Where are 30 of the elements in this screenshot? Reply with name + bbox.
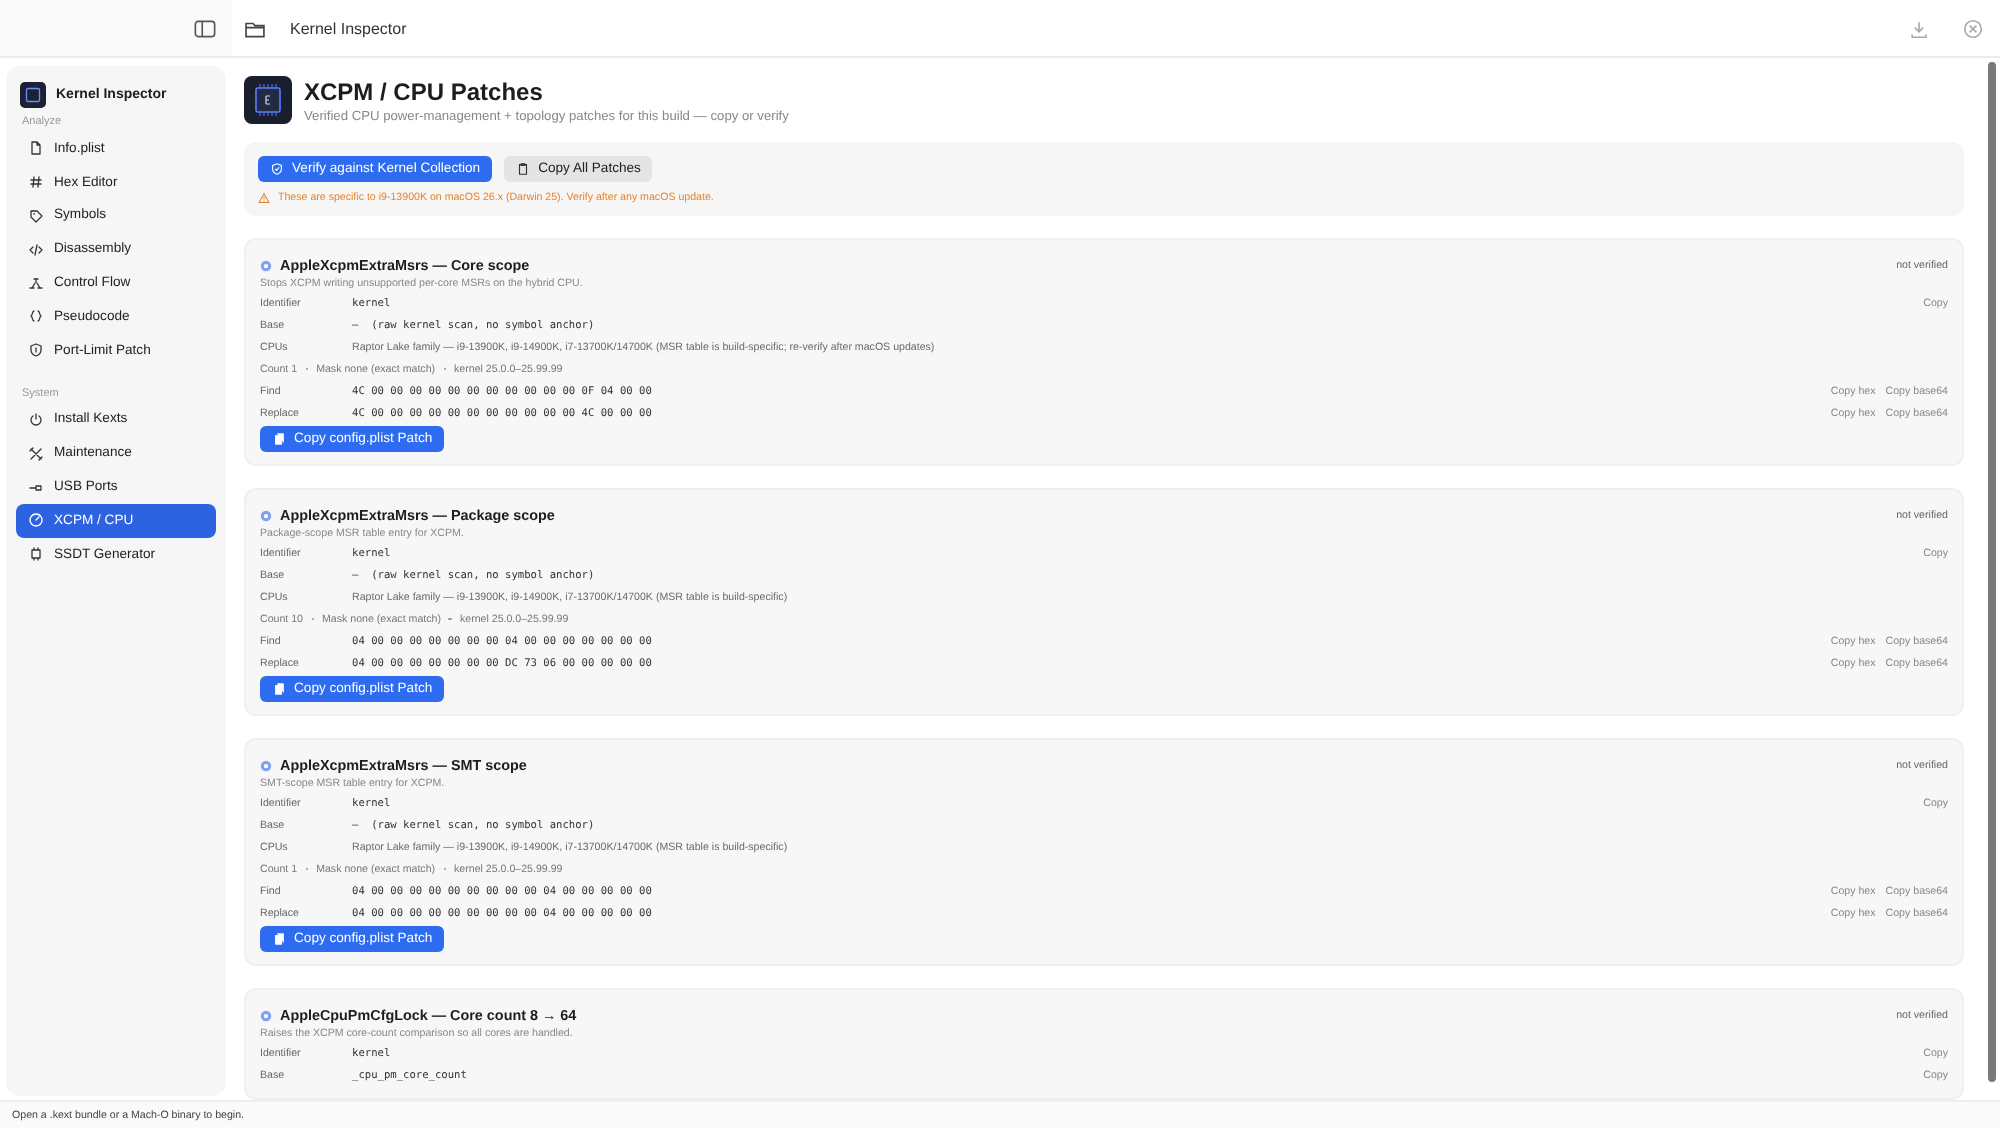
warning-icon	[258, 192, 270, 204]
power-icon	[28, 411, 44, 428]
chip-logo-icon	[244, 76, 292, 124]
window-title: Kernel Inspector	[290, 19, 407, 37]
folder-icon[interactable]	[244, 17, 266, 39]
sidebar-toggle-icon[interactable]	[194, 17, 216, 39]
app-logo-icon	[20, 82, 46, 108]
document-icon	[28, 140, 44, 157]
shield-check-icon	[270, 162, 284, 176]
braces-icon	[28, 308, 44, 325]
copy-icon	[272, 682, 286, 696]
scrollbar-thumb[interactable]	[1988, 62, 1996, 1082]
page-title: XCPM / CPU Patches	[304, 77, 545, 105]
chip-icon	[28, 546, 44, 563]
copy-icon	[272, 432, 286, 446]
copy-icon	[272, 932, 286, 946]
tag-icon	[28, 207, 44, 224]
plug-icon	[28, 479, 44, 496]
gauge-icon	[28, 512, 44, 529]
shield-icon	[28, 342, 44, 359]
tools-icon	[28, 445, 44, 462]
clipboard-icon	[516, 162, 531, 176]
chip-icon	[260, 259, 272, 271]
chip-icon	[260, 509, 272, 521]
hash-icon	[28, 174, 44, 191]
chip-icon	[260, 1009, 272, 1021]
code-icon	[28, 241, 44, 258]
chip-icon	[260, 759, 272, 771]
close-icon[interactable]	[1962, 17, 1984, 39]
download-icon[interactable]	[1908, 17, 1930, 39]
